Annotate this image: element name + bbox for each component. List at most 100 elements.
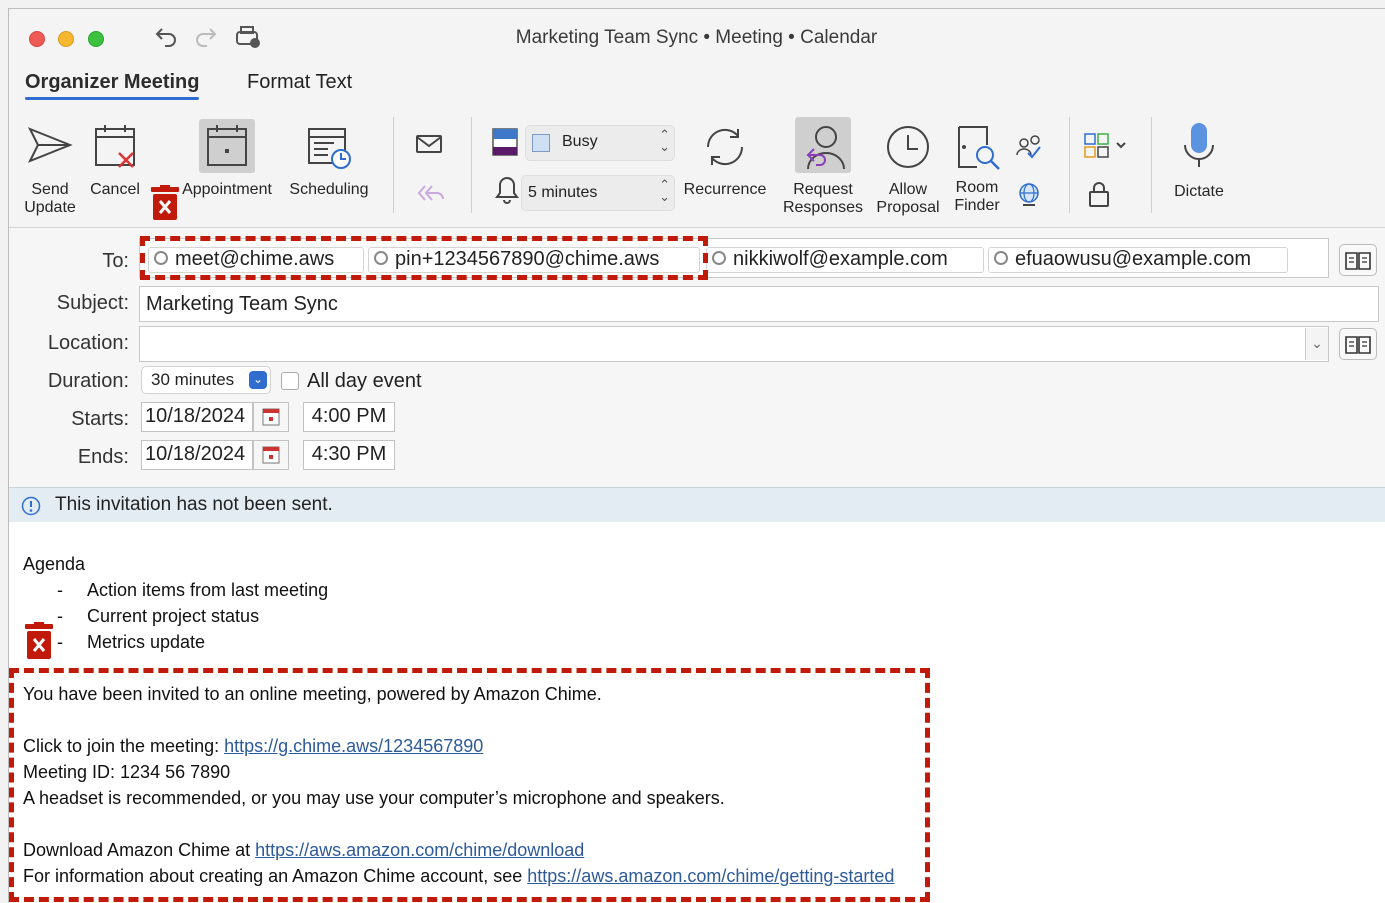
address-book-icon: [1345, 252, 1371, 270]
all-day-label: All day event: [307, 370, 422, 392]
info-message: This invitation has not been sent.: [55, 494, 333, 515]
person-response-icon: [806, 126, 845, 170]
tab-organizer-meeting[interactable]: Organizer Meeting: [25, 71, 200, 100]
chime-recipients-callout: [140, 236, 708, 280]
info-icon: [21, 496, 41, 522]
room-finder-button[interactable]: Room Finder: [947, 123, 1007, 215]
lock-icon[interactable]: [1087, 179, 1111, 214]
starts-label: Starts:: [71, 408, 129, 430]
presence-icon: [712, 250, 726, 265]
room-book-button[interactable]: [1339, 328, 1377, 360]
recipient-address: nikkiwolf@example.com: [733, 248, 948, 270]
ribbon-separator: [471, 117, 472, 213]
recipient-chip[interactable]: efuaowusu@example.com: [988, 247, 1288, 273]
allow-proposal-button[interactable]: Allow Proposal: [873, 123, 943, 217]
recurrence-icon: [706, 128, 744, 166]
download-line: Download Amazon Chime at https://aws.ama…: [23, 840, 584, 861]
send-update-label-2: Update: [24, 199, 76, 216]
end-date-picker-button[interactable]: [253, 440, 289, 470]
title-bar: Marketing Team Sync • Meeting • Calendar: [9, 9, 1385, 61]
location-dropdown-button[interactable]: ⌄: [1305, 328, 1328, 360]
address-book-button[interactable]: [1339, 244, 1377, 276]
appointment-label: Appointment: [182, 181, 272, 198]
request-responses-button[interactable]: Request Responses: [779, 123, 867, 217]
duration-select[interactable]: 30 minutes ⌄: [141, 366, 271, 394]
show-as-select[interactable]: Busy ⌃ ⌄: [525, 125, 675, 161]
request-responses-label-1: Request: [793, 181, 853, 198]
chevron-down-icon: ⌄: [249, 371, 267, 389]
recipient-address: efuaowusu@example.com: [1015, 248, 1251, 270]
join-meeting-link[interactable]: https://g.chime.aws/1234567890: [224, 736, 483, 756]
reminder-value: 5 minutes: [528, 184, 598, 201]
to-label: To:: [102, 250, 129, 272]
meeting-form: To: meet@chime.aws pin+1234567890@chime.…: [9, 227, 1385, 488]
location-input[interactable]: [139, 326, 1329, 362]
reminder-select[interactable]: 5 minutes ⌃ ⌄: [521, 175, 675, 211]
calendar-picker-icon: [262, 408, 280, 426]
busy-swatch: [532, 134, 550, 152]
attendee-check-icon[interactable]: [1013, 131, 1045, 166]
globe-icon[interactable]: [1015, 181, 1043, 214]
agenda-item: Action items from last meeting: [87, 580, 329, 600]
headset-line: A headset is recommended, or you may use…: [23, 788, 725, 808]
invite-line: You have been invited to an online meeti…: [23, 684, 602, 704]
start-time-input[interactable]: 4:00 PM: [303, 402, 395, 432]
categorize-icon[interactable]: [1083, 131, 1133, 166]
agenda-item: Metrics update: [87, 632, 206, 652]
stepper-icon: ⌃ ⌄: [659, 127, 670, 154]
calendar-picker-icon: [262, 446, 280, 464]
scheduling-icon: [308, 128, 351, 169]
location-label: Location:: [47, 332, 129, 354]
getting-started-link[interactable]: https://aws.amazon.com/chime/getting-sta…: [527, 866, 894, 886]
recurrence-button[interactable]: Recurrence: [677, 123, 773, 199]
cancel-meeting-button[interactable]: Cancel: [87, 123, 143, 199]
join-prefix: Click to join the meeting:: [23, 736, 225, 756]
ribbon-toolbar: Send Update Cancel Appointment Schedulin…: [9, 109, 1385, 225]
ends-label: Ends:: [77, 446, 129, 468]
duration-label: Duration:: [47, 370, 129, 392]
info-prefix: For information about creating an Amazon…: [23, 866, 528, 886]
bullet: -: [57, 580, 63, 600]
reply-all-icon[interactable]: [415, 181, 445, 212]
start-date-input[interactable]: 10/18/2024: [141, 402, 253, 432]
end-date-input[interactable]: 10/18/2024: [141, 440, 253, 470]
message-body[interactable]: Agenda - Action items from last meeting …: [9, 522, 1385, 903]
subject-input[interactable]: Marketing Team Sync: [139, 286, 1379, 322]
window-title: Marketing Team Sync • Meeting • Calendar: [515, 27, 878, 48]
dictate-label: Dictate: [1174, 183, 1224, 200]
send-update-label-1: Send: [31, 181, 69, 198]
show-as-value: Busy: [562, 133, 598, 150]
room-finder-label-2: Finder: [954, 197, 1000, 214]
allow-proposal-label-1: Allow: [888, 181, 928, 198]
agenda-item: Current project status: [87, 606, 260, 626]
allow-proposal-label-2: Proposal: [876, 199, 940, 216]
appointment-button[interactable]: Appointment: [175, 123, 279, 199]
send-icon: [27, 127, 73, 163]
scheduling-button[interactable]: Scheduling: [283, 123, 375, 199]
recipient-chip[interactable]: nikkiwolf@example.com: [706, 247, 984, 273]
tab-format-text[interactable]: Format Text: [247, 71, 352, 94]
delete-trash-icon: [149, 185, 181, 226]
duration-value: 30 minutes: [151, 370, 235, 389]
room-finder-icon: [958, 126, 1000, 170]
microphone-icon: [1184, 123, 1214, 167]
send-update-button[interactable]: Send Update: [19, 123, 81, 217]
email-icon[interactable]: [415, 133, 443, 160]
room-finder-label-1: Room: [955, 179, 999, 196]
subject-label: Subject:: [56, 292, 129, 314]
all-day-checkbox[interactable]: [281, 372, 299, 390]
bell-icon: [495, 175, 519, 210]
request-responses-label-2: Responses: [782, 199, 864, 216]
ribbon-separator: [1069, 117, 1070, 213]
cancel-calendar-icon: [95, 125, 135, 168]
start-date-picker-button[interactable]: [253, 402, 289, 432]
scheduling-label: Scheduling: [289, 181, 369, 198]
presence-icon: [994, 250, 1008, 265]
dictate-button[interactable]: Dictate: [1165, 121, 1233, 201]
ribbon-separator: [1151, 117, 1152, 213]
end-time-input[interactable]: 4:30 PM: [303, 440, 395, 470]
download-link[interactable]: https://aws.amazon.com/chime/download: [255, 840, 584, 860]
cancel-label: Cancel: [90, 181, 140, 198]
ribbon-separator: [393, 117, 394, 213]
recurrence-label: Recurrence: [683, 181, 767, 198]
